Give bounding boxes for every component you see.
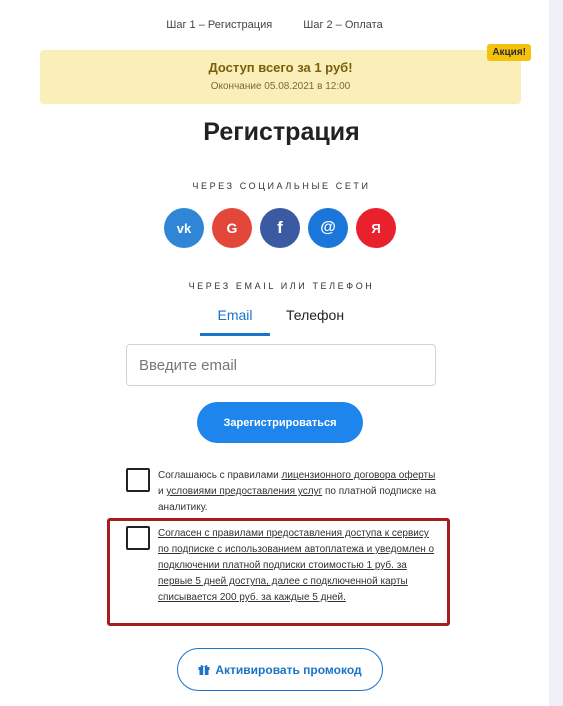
activate-promocode-button[interactable]: Активировать промокод bbox=[177, 648, 383, 691]
tab-phone[interactable]: Телефон bbox=[274, 305, 356, 336]
subscription-checkbox[interactable] bbox=[126, 526, 150, 550]
contact-tabs: Email Телефон bbox=[200, 305, 356, 336]
offer-text-part-1: Соглашаюсь с правилами bbox=[158, 470, 282, 481]
step-2-label: Шаг 2 – Оплата bbox=[303, 19, 383, 31]
steps-indicator: Шаг 1 – Регистрация Шаг 2 – Оплата bbox=[0, 19, 549, 31]
promo-banner: Доступ всего за 1 руб! Окончание 05.08.2… bbox=[40, 44, 531, 104]
register-button[interactable]: Зарегистрироваться bbox=[197, 402, 363, 443]
offer-license-link[interactable]: лицензионного договора оферты bbox=[282, 470, 436, 481]
subscription-text: Согласен с правилами предоставления дост… bbox=[158, 526, 438, 606]
mail-icon: @ bbox=[320, 219, 336, 236]
contact-section-label: ЧЕРЕЗ EMAIL ИЛИ ТЕЛЕФОН bbox=[188, 281, 375, 291]
offer-text: Соглашаюсь с правилами лицензионного дог… bbox=[158, 468, 436, 516]
mail-login-button[interactable]: @ bbox=[308, 208, 348, 248]
yandex-icon: Я bbox=[371, 220, 381, 236]
email-input[interactable] bbox=[126, 344, 436, 386]
promo-title: Доступ всего за 1 руб! bbox=[208, 60, 353, 75]
tab-email[interactable]: Email bbox=[200, 305, 270, 336]
social-section-label: ЧЕРЕЗ СОЦИАЛЬНЫЕ СЕТИ bbox=[192, 181, 371, 191]
social-buttons: vk G f @ Я bbox=[164, 208, 396, 248]
page-title: Регистрация bbox=[203, 118, 360, 146]
activate-promocode-label: Активировать промокод bbox=[215, 662, 362, 677]
facebook-login-button[interactable]: f bbox=[260, 208, 300, 248]
vk-login-button[interactable]: vk bbox=[164, 208, 204, 248]
facebook-icon: f bbox=[277, 218, 283, 237]
offer-checkbox[interactable] bbox=[126, 468, 150, 492]
promo-end-date: Окончание 05.08.2021 в 12:00 bbox=[210, 81, 351, 92]
gift-icon bbox=[198, 664, 210, 675]
subscription-terms-link[interactable]: Согласен с правилами предоставления дост… bbox=[158, 528, 434, 603]
promo-badge: Акция! bbox=[487, 44, 531, 61]
step-1-label: Шаг 1 – Регистрация bbox=[166, 19, 273, 31]
page-edge bbox=[549, 0, 563, 706]
google-icon: G bbox=[226, 220, 238, 236]
agreement-offer: Соглашаюсь с правилами лицензионного дог… bbox=[126, 468, 436, 516]
vk-icon: vk bbox=[176, 220, 192, 236]
google-login-button[interactable]: G bbox=[212, 208, 252, 248]
yandex-login-button[interactable]: Я bbox=[356, 208, 396, 248]
offer-terms-link[interactable]: условиями предоставления услуг bbox=[166, 486, 322, 497]
agreement-subscription: Согласен с правилами предоставления дост… bbox=[126, 526, 438, 606]
